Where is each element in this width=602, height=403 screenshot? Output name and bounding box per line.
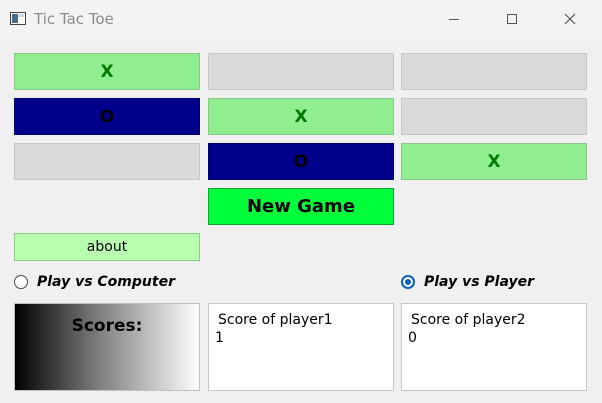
player1-score-box: Score of player1 1 xyxy=(208,303,394,391)
play-vs-computer-radio[interactable] xyxy=(14,275,28,289)
board-cell-1-1[interactable]: X xyxy=(14,53,200,90)
play-vs-computer-option[interactable]: Play vs Computer xyxy=(14,274,175,290)
scores-panel: Scores: xyxy=(14,303,200,391)
minimize-button[interactable] xyxy=(431,0,477,38)
board-cell-1-2[interactable] xyxy=(208,53,394,90)
window-title: Tic Tac Toe xyxy=(34,10,114,28)
about-button[interactable]: about xyxy=(14,233,200,261)
player1-score-value: 1 xyxy=(215,330,224,346)
close-button[interactable] xyxy=(547,0,593,38)
play-vs-player-radio[interactable] xyxy=(401,275,415,289)
board-cell-1-3[interactable] xyxy=(401,53,587,90)
board-cell-2-2[interactable]: X xyxy=(208,98,394,135)
tic-tac-toe-window: Tic Tac Toe X O X O X New Game about Pla… xyxy=(0,0,602,403)
play-vs-player-label: Play vs Player xyxy=(424,274,535,290)
close-icon xyxy=(564,13,576,25)
board-cell-3-3[interactable]: X xyxy=(401,143,587,180)
play-vs-computer-label: Play vs Computer xyxy=(37,274,175,290)
player2-score-value: 0 xyxy=(408,330,417,346)
app-window-icon xyxy=(10,12,26,25)
maximize-button[interactable] xyxy=(489,0,535,38)
board-cell-2-3[interactable] xyxy=(401,98,587,135)
player2-score-box: Score of player2 0 xyxy=(401,303,587,391)
player2-score-label: Score of player2 xyxy=(411,312,526,328)
maximize-icon xyxy=(507,14,517,24)
scores-title: Scores: xyxy=(71,316,143,336)
new-game-button[interactable]: New Game xyxy=(208,188,394,225)
minimize-icon xyxy=(449,18,459,20)
board-cell-3-2[interactable]: O xyxy=(208,143,394,180)
player1-score-label: Score of player1 xyxy=(218,312,333,328)
board-cell-2-1[interactable]: O xyxy=(14,98,200,135)
title-bar: Tic Tac Toe xyxy=(0,0,602,38)
play-vs-player-option[interactable]: Play vs Player xyxy=(401,274,534,290)
board-cell-3-1[interactable] xyxy=(14,143,200,180)
